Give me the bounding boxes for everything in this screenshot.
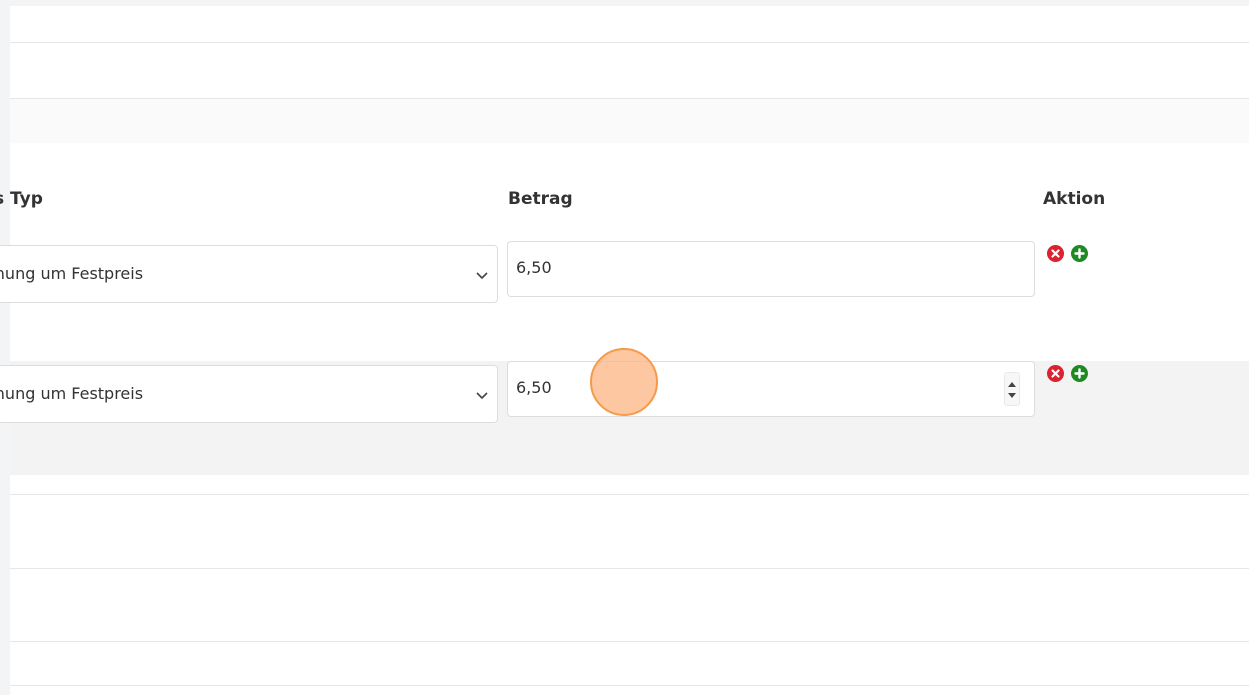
column-header-typ: s Typ bbox=[0, 189, 43, 209]
column-header-betrag: Betrag bbox=[508, 189, 573, 209]
row-divider bbox=[10, 568, 1249, 569]
add-circle-icon[interactable] bbox=[1071, 365, 1088, 382]
column-header-aktion: Aktion bbox=[1043, 189, 1106, 209]
click-highlight bbox=[590, 348, 658, 416]
spin-up-icon[interactable] bbox=[1008, 382, 1016, 387]
chevron-down-icon bbox=[471, 384, 493, 406]
row-divider bbox=[10, 494, 1249, 495]
typ-select-row-1[interactable]: öhung um Festpreis bbox=[0, 245, 498, 303]
row-divider bbox=[10, 641, 1249, 642]
actions-row-2 bbox=[1047, 365, 1097, 385]
chevron-down-icon bbox=[471, 264, 493, 286]
betrag-input-row-2[interactable]: 6,50 bbox=[507, 361, 1035, 417]
betrag-input-row-1[interactable]: 6,50 bbox=[507, 241, 1035, 297]
typ-select-value: öhung um Festpreis bbox=[0, 384, 144, 403]
typ-select-row-2[interactable]: öhung um Festpreis bbox=[0, 365, 498, 423]
remove-circle-icon[interactable] bbox=[1047, 245, 1064, 262]
number-spinner[interactable] bbox=[1004, 372, 1020, 406]
betrag-value: 6,50 bbox=[516, 378, 552, 397]
left-strip bbox=[0, 0, 10, 695]
page: s Typ Betrag Aktion öhung um Festpreis 6… bbox=[0, 0, 1249, 695]
typ-select-value: öhung um Festpreis bbox=[0, 264, 144, 283]
add-circle-icon[interactable] bbox=[1071, 245, 1088, 262]
section-band bbox=[10, 99, 1249, 143]
betrag-value: 6,50 bbox=[516, 258, 552, 277]
spin-down-icon[interactable] bbox=[1008, 393, 1016, 398]
row-divider bbox=[10, 685, 1249, 686]
remove-circle-icon[interactable] bbox=[1047, 365, 1064, 382]
row-divider bbox=[10, 42, 1249, 43]
actions-row-1 bbox=[1047, 245, 1097, 265]
top-strip bbox=[0, 0, 1249, 6]
